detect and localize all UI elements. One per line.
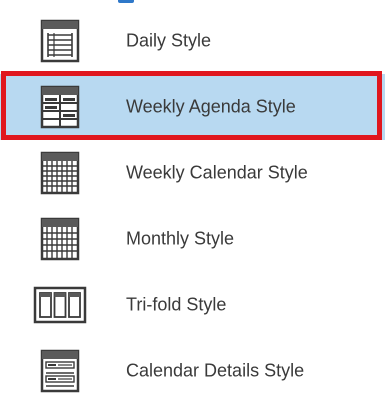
calendar-details-style-icon <box>33 349 87 393</box>
style-item-label: Tri-fold Style <box>126 294 227 315</box>
style-item-tri-fold[interactable]: Tri-fold Style <box>0 272 385 338</box>
style-item-daily[interactable]: Daily Style <box>0 8 385 74</box>
style-item-weekly-calendar[interactable]: Weekly Calendar Style <box>0 140 385 206</box>
weekly-agenda-style-icon <box>33 85 87 129</box>
weekly-calendar-style-icon <box>33 151 87 195</box>
style-item-label: Daily Style <box>126 30 212 51</box>
style-item-weekly-agenda[interactable]: Weekly Agenda Style <box>0 74 385 140</box>
style-item-label: Weekly Calendar Style <box>126 162 308 183</box>
print-style-list: Daily Style Weekly Agenda Style Weekly C… <box>0 8 385 393</box>
style-item-label: Calendar Details Style <box>126 360 305 381</box>
style-item-monthly[interactable]: Monthly Style <box>0 206 385 272</box>
style-item-label: Weekly Agenda Style <box>126 96 296 117</box>
daily-style-icon <box>33 19 87 63</box>
style-item-calendar-details[interactable]: Calendar Details Style <box>0 338 385 404</box>
style-item-label: Monthly Style <box>126 228 235 249</box>
tri-fold-style-icon <box>33 283 87 327</box>
monthly-style-icon <box>33 217 87 261</box>
header-accent <box>118 0 134 3</box>
